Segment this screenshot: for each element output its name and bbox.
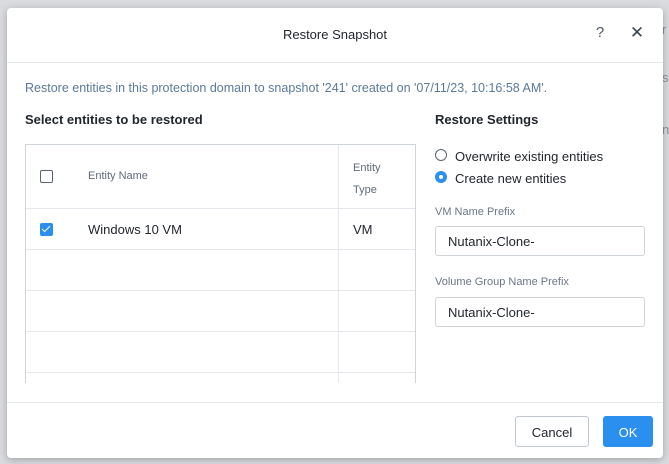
overwrite-existing-label[interactable]: Overwrite existing entities <box>455 149 603 164</box>
overwrite-existing-radio[interactable] <box>435 149 447 161</box>
entities-table: Entity Name Entity Type Windows 10 VM VM <box>25 144 416 383</box>
vm-name-prefix-label: VM Name Prefix <box>435 206 516 218</box>
ok-button[interactable]: OK <box>603 416 653 447</box>
select-all-checkbox[interactable] <box>40 170 53 183</box>
table-row[interactable]: Windows 10 VM VM <box>26 209 415 250</box>
column-header-entity-name: Entity Name <box>88 170 148 182</box>
column-header-entity-type: Entity Type <box>353 157 381 201</box>
empty-table-row <box>26 332 415 373</box>
row-checkbox[interactable] <box>40 223 53 236</box>
volume-group-prefix-label: Volume Group Name Prefix <box>435 276 569 288</box>
restore-snapshot-dialog: Restore Snapshot ? ✕ Restore entities in… <box>7 8 663 458</box>
volume-group-prefix-input[interactable] <box>435 297 645 327</box>
column-header-type-line2: Type <box>353 184 377 196</box>
restore-description: Restore entities in this protection doma… <box>25 81 548 95</box>
create-new-radio[interactable] <box>435 171 447 183</box>
cancel-button[interactable]: Cancel <box>515 416 589 447</box>
empty-table-row <box>26 291 415 332</box>
column-header-type-line1: Entity <box>353 162 381 174</box>
entities-section-title: Select entities to be restored <box>25 112 203 127</box>
empty-table-row <box>26 250 415 291</box>
vm-name-prefix-input[interactable] <box>435 226 645 256</box>
close-icon[interactable]: ✕ <box>628 23 646 43</box>
entity-type-cell: VM <box>353 222 373 237</box>
help-icon[interactable]: ? <box>592 24 608 44</box>
dialog-header: Restore Snapshot ? ✕ <box>7 8 663 63</box>
dialog-title: Restore Snapshot <box>282 27 388 42</box>
create-new-label[interactable]: Create new entities <box>455 171 566 186</box>
table-header: Entity Name Entity Type <box>26 145 415 209</box>
settings-section-title: Restore Settings <box>435 112 539 127</box>
dialog-footer: Cancel OK <box>7 402 663 458</box>
background-app-fragment: n <box>662 122 669 137</box>
entity-name-cell: Windows 10 VM <box>88 222 182 237</box>
